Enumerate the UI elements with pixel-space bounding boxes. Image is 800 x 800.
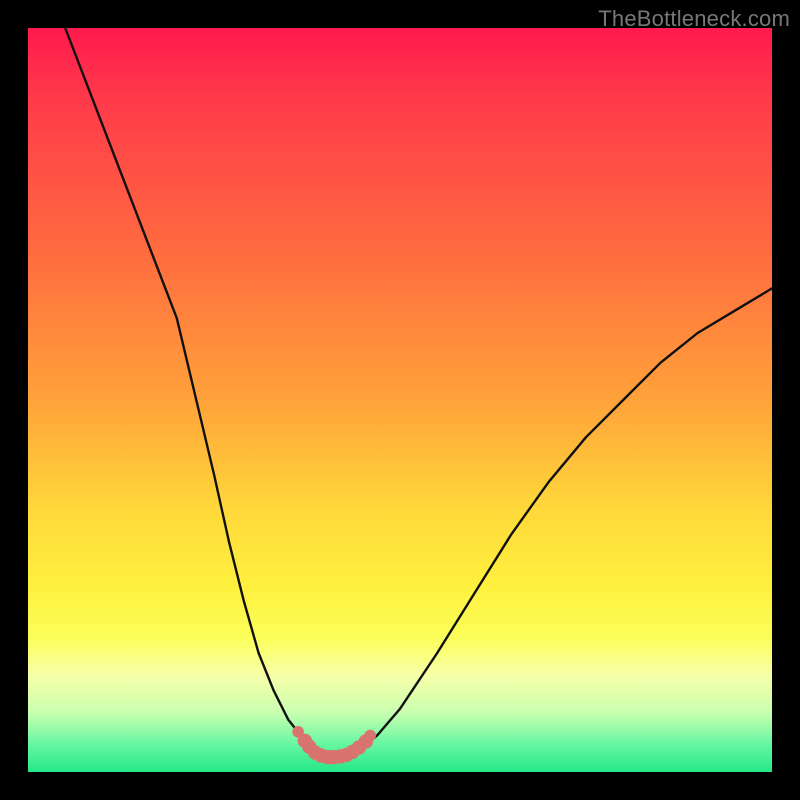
chart-frame: TheBottleneck.com (0, 0, 800, 800)
plot-area (28, 28, 772, 772)
curve-svg (28, 28, 772, 772)
trough-dots (292, 726, 376, 764)
bottleneck-curve (65, 28, 772, 757)
trough-dot (364, 730, 376, 742)
